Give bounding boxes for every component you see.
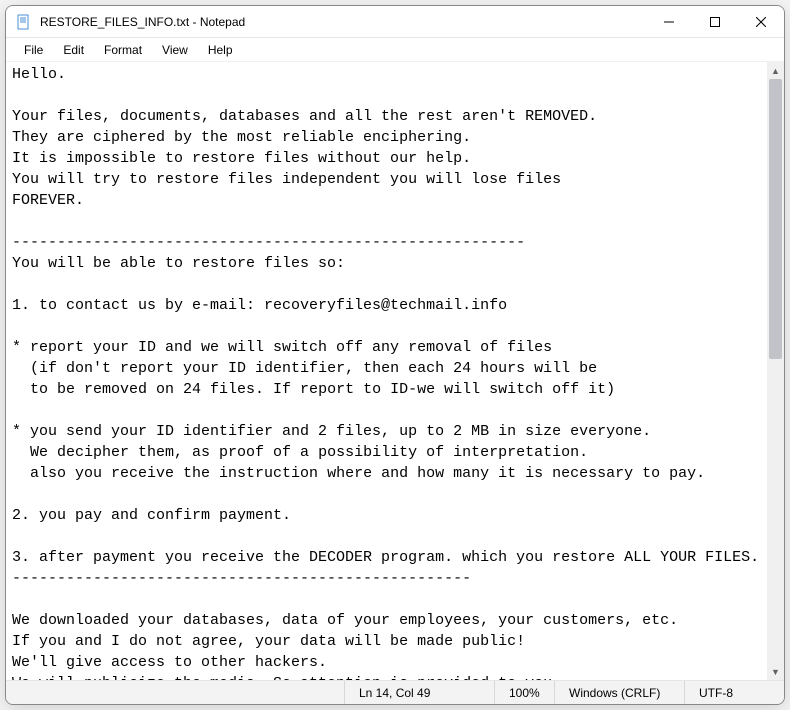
close-button[interactable] bbox=[738, 6, 784, 37]
menu-format[interactable]: Format bbox=[94, 41, 152, 59]
vertical-scrollbar[interactable]: ▲ ▼ bbox=[767, 62, 784, 680]
minimize-button[interactable] bbox=[646, 6, 692, 37]
menubar: File Edit Format View Help bbox=[6, 38, 784, 62]
status-zoom[interactable]: 100% bbox=[494, 681, 554, 704]
text-editor[interactable]: Hello. Your files, documents, databases … bbox=[6, 62, 767, 680]
status-caret-position: Ln 14, Col 49 bbox=[344, 681, 494, 704]
statusbar: Ln 14, Col 49 100% Windows (CRLF) UTF-8 bbox=[6, 680, 784, 704]
window-title: RESTORE_FILES_INFO.txt - Notepad bbox=[40, 15, 646, 29]
editor-area: Hello. Your files, documents, databases … bbox=[6, 62, 784, 680]
status-encoding: UTF-8 bbox=[684, 681, 784, 704]
notepad-window: RESTORE_FILES_INFO.txt - Notepad File Ed… bbox=[5, 5, 785, 705]
maximize-button[interactable] bbox=[692, 6, 738, 37]
status-line-ending: Windows (CRLF) bbox=[554, 681, 684, 704]
titlebar[interactable]: RESTORE_FILES_INFO.txt - Notepad bbox=[6, 6, 784, 38]
menu-help[interactable]: Help bbox=[198, 41, 243, 59]
notepad-icon bbox=[16, 14, 32, 30]
scroll-thumb[interactable] bbox=[769, 79, 782, 359]
menu-file[interactable]: File bbox=[14, 41, 53, 59]
menu-view[interactable]: View bbox=[152, 41, 198, 59]
scroll-down-icon[interactable]: ▼ bbox=[767, 663, 784, 680]
menu-edit[interactable]: Edit bbox=[53, 41, 94, 59]
scroll-up-icon[interactable]: ▲ bbox=[767, 62, 784, 79]
scroll-track[interactable] bbox=[767, 79, 784, 663]
window-controls bbox=[646, 6, 784, 37]
